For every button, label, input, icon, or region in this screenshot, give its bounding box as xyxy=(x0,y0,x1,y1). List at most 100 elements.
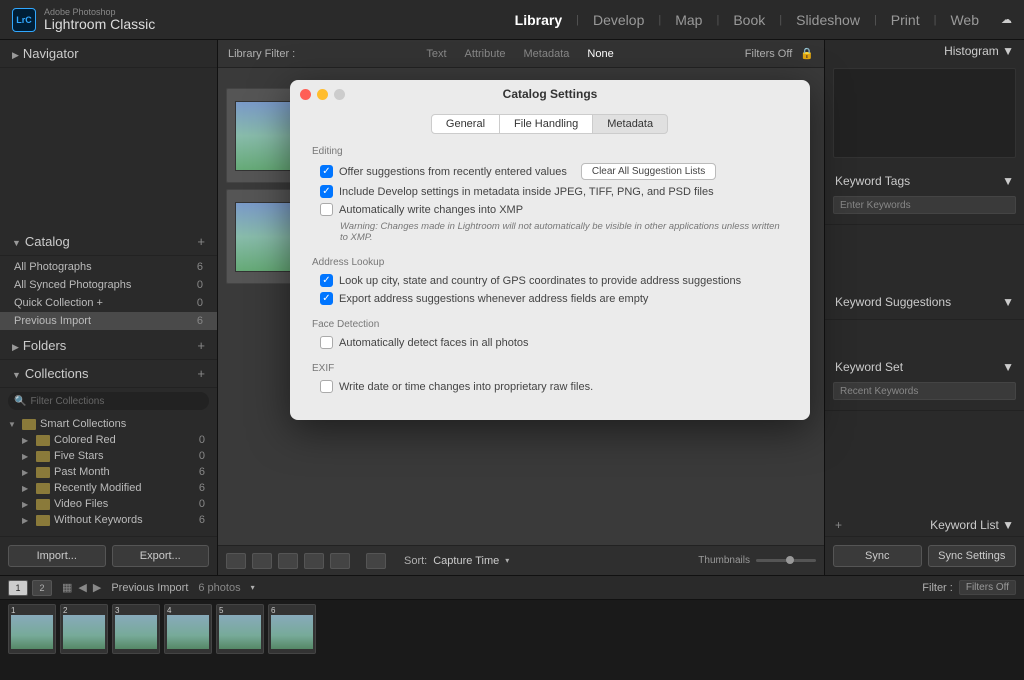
export-button[interactable]: Export... xyxy=(112,545,210,567)
dialog-tab-general[interactable]: General xyxy=(431,114,500,134)
film-thumbnail[interactable]: 5 xyxy=(216,604,264,654)
smart-collection-icon xyxy=(36,499,50,510)
catalog-panel-header[interactable]: ▼Catalog+ xyxy=(0,228,217,256)
folders-add-icon[interactable]: + xyxy=(197,338,205,353)
filmstrip[interactable]: 1 2 3 4 5 6 xyxy=(0,599,1024,659)
clear-suggestion-lists-button[interactable]: Clear All Suggestion Lists xyxy=(581,163,716,180)
view-page-2[interactable]: 2 xyxy=(32,580,52,596)
dialog-tab-file-handling[interactable]: File Handling xyxy=(499,114,593,134)
film-source-label[interactable]: Previous Import xyxy=(111,582,188,594)
collection-colored-red[interactable]: ▶Colored Red0 xyxy=(0,432,217,448)
module-web[interactable]: Web xyxy=(940,8,989,32)
film-thumbnail[interactable]: 1 xyxy=(8,604,56,654)
smart-collection-icon xyxy=(36,467,50,478)
catalog-item-previous[interactable]: Previous Import6 xyxy=(0,312,217,330)
checkbox-offer-suggestions[interactable]: ✓ xyxy=(320,165,333,178)
film-thumbnail[interactable]: 3 xyxy=(112,604,160,654)
nav-prev-icon[interactable]: ◀ xyxy=(78,581,86,594)
sort-value[interactable]: Capture Time xyxy=(433,555,499,567)
lock-icon[interactable]: 🔒 xyxy=(800,47,814,60)
label-write-xmp: Automatically write changes into XMP xyxy=(339,204,523,216)
painter-icon[interactable] xyxy=(366,553,386,569)
film-thumbnail[interactable]: 6 xyxy=(268,604,316,654)
checkbox-write-xmp[interactable] xyxy=(320,203,333,216)
navigator-panel-header[interactable]: ▶Navigator xyxy=(0,40,217,68)
smart-collections-group[interactable]: ▼Smart Collections xyxy=(0,416,217,432)
view-loupe-icon[interactable] xyxy=(252,553,272,569)
label-auto-faces: Automatically detect faces in all photos xyxy=(339,337,529,349)
view-survey-icon[interactable] xyxy=(304,553,324,569)
keyword-tags-header[interactable]: Keyword Tags▼ xyxy=(825,170,1024,192)
section-face-title: Face Detection xyxy=(312,319,788,330)
folder-icon xyxy=(22,419,36,430)
checkbox-gps-lookup[interactable]: ✓ xyxy=(320,274,333,287)
keyword-set-select[interactable]: Recent Keywords xyxy=(833,382,1016,400)
checkbox-write-date-raw[interactable] xyxy=(320,380,333,393)
collection-past-month[interactable]: ▶Past Month6 xyxy=(0,464,217,480)
collection-recently-modified[interactable]: ▶Recently Modified6 xyxy=(0,480,217,496)
cloud-sync-icon[interactable]: ☁ xyxy=(1001,13,1012,26)
dialog-tab-metadata[interactable]: Metadata xyxy=(592,114,668,134)
module-develop[interactable]: Develop xyxy=(583,8,654,32)
module-book[interactable]: Book xyxy=(723,8,775,32)
folders-panel-header[interactable]: ▶Folders+ xyxy=(0,332,217,360)
filter-tab-none[interactable]: None xyxy=(583,46,617,62)
app-logo: LrC Adobe Photoshop Lightroom Classic xyxy=(12,8,155,32)
sync-settings-button[interactable]: Sync Settings xyxy=(928,545,1017,567)
import-button[interactable]: Import... xyxy=(8,545,106,567)
filter-tab-attribute[interactable]: Attribute xyxy=(461,46,510,62)
dialog-title: Catalog Settings xyxy=(290,87,810,101)
label-export-address: Export address suggestions whenever addr… xyxy=(339,293,648,305)
view-people-icon[interactable] xyxy=(330,553,350,569)
sync-button[interactable]: Sync xyxy=(833,545,922,567)
label-include-develop: Include Develop settings in metadata ins… xyxy=(339,186,714,198)
film-thumbnail[interactable]: 4 xyxy=(164,604,212,654)
keyword-list-header[interactable]: +Keyword List ▼ xyxy=(825,514,1024,536)
library-filter-label: Library Filter : xyxy=(228,48,295,60)
film-count-label: 6 photos xyxy=(198,582,240,594)
keyword-suggestions-header[interactable]: Keyword Suggestions▼ xyxy=(825,291,1024,313)
checkbox-auto-faces[interactable] xyxy=(320,336,333,349)
catalog-add-icon[interactable]: + xyxy=(197,234,205,249)
smart-collection-icon xyxy=(36,483,50,494)
collections-panel-header[interactable]: ▼Collections+ xyxy=(0,360,217,388)
module-map[interactable]: Map xyxy=(665,8,712,32)
xmp-warning-text: Warning: Changes made in Lightroom will … xyxy=(312,221,788,243)
view-page-1[interactable]: 1 xyxy=(8,580,28,596)
collection-without-keywords[interactable]: ▶Without Keywords6 xyxy=(0,512,217,528)
checkbox-export-address[interactable]: ✓ xyxy=(320,292,333,305)
film-filter-select[interactable]: Filters Off xyxy=(959,580,1016,595)
film-thumbnail[interactable]: 2 xyxy=(60,604,108,654)
view-compare-icon[interactable] xyxy=(278,553,298,569)
label-gps-lookup: Look up city, state and country of GPS c… xyxy=(339,275,741,287)
view-grid-icon[interactable] xyxy=(226,553,246,569)
catalog-item-all[interactable]: All Photographs6 xyxy=(0,258,217,276)
collection-video-files[interactable]: ▶Video Files0 xyxy=(0,496,217,512)
grid-view-icon[interactable]: ▦ xyxy=(62,581,72,594)
section-address-title: Address Lookup xyxy=(312,257,788,268)
checkbox-include-develop[interactable]: ✓ xyxy=(320,185,333,198)
catalog-item-synced[interactable]: All Synced Photographs0 xyxy=(0,276,217,294)
module-print[interactable]: Print xyxy=(881,8,930,32)
thumbnail-size-slider[interactable] xyxy=(756,559,816,562)
logo-badge: LrC xyxy=(12,8,36,32)
module-slideshow[interactable]: Slideshow xyxy=(786,8,870,32)
catalog-item-quick[interactable]: Quick Collection +0 xyxy=(0,294,217,312)
collections-search-input[interactable]: 🔍Filter Collections xyxy=(8,392,209,410)
histogram-panel-header[interactable]: Histogram ▼ xyxy=(825,40,1024,62)
keyword-tags-input[interactable]: Enter Keywords xyxy=(833,196,1016,214)
filters-off-label[interactable]: Filters Off xyxy=(745,48,792,60)
filter-tab-metadata[interactable]: Metadata xyxy=(520,46,574,62)
histogram-display xyxy=(833,68,1016,158)
sort-label: Sort: xyxy=(404,555,427,567)
keyword-add-icon[interactable]: + xyxy=(835,518,842,532)
film-chevron-icon[interactable]: ▾ xyxy=(251,583,255,592)
module-library[interactable]: Library xyxy=(505,8,572,32)
nav-next-icon[interactable]: ▶ xyxy=(93,581,101,594)
logo-title: Lightroom Classic xyxy=(44,17,155,31)
collections-add-icon[interactable]: + xyxy=(197,366,205,381)
filter-tab-text[interactable]: Text xyxy=(422,46,450,62)
collection-five-stars[interactable]: ▶Five Stars0 xyxy=(0,448,217,464)
sort-chevron-icon[interactable]: ▾ xyxy=(505,556,509,565)
keyword-set-header[interactable]: Keyword Set▼ xyxy=(825,356,1024,378)
